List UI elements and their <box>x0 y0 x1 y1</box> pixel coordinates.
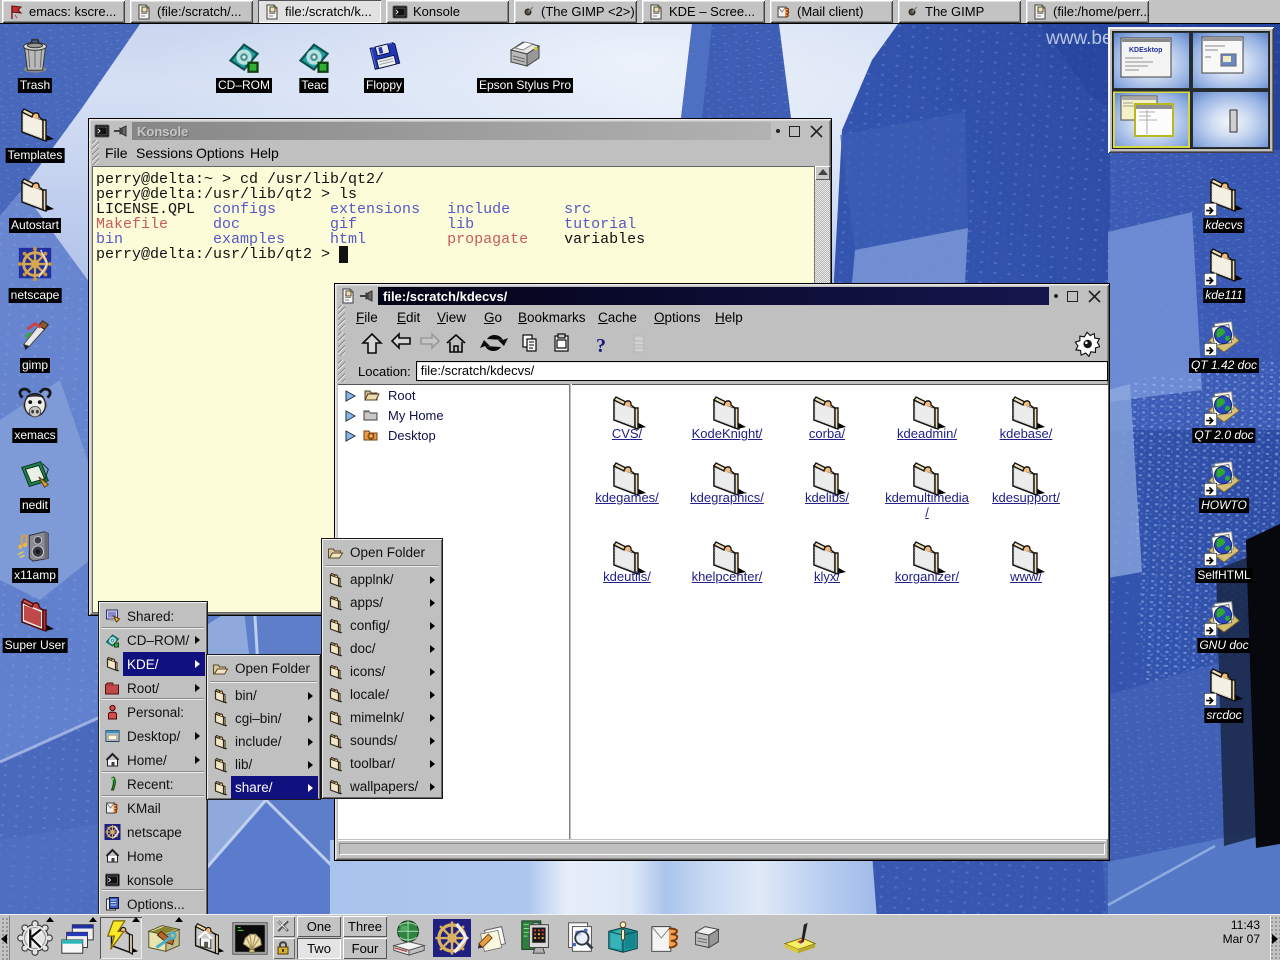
svg-text:www.be: www.be <box>1045 28 1113 49</box>
svg-text:?: ? <box>596 335 606 356</box>
svg-text:KDEsktop: KDEsktop <box>1129 47 1162 54</box>
